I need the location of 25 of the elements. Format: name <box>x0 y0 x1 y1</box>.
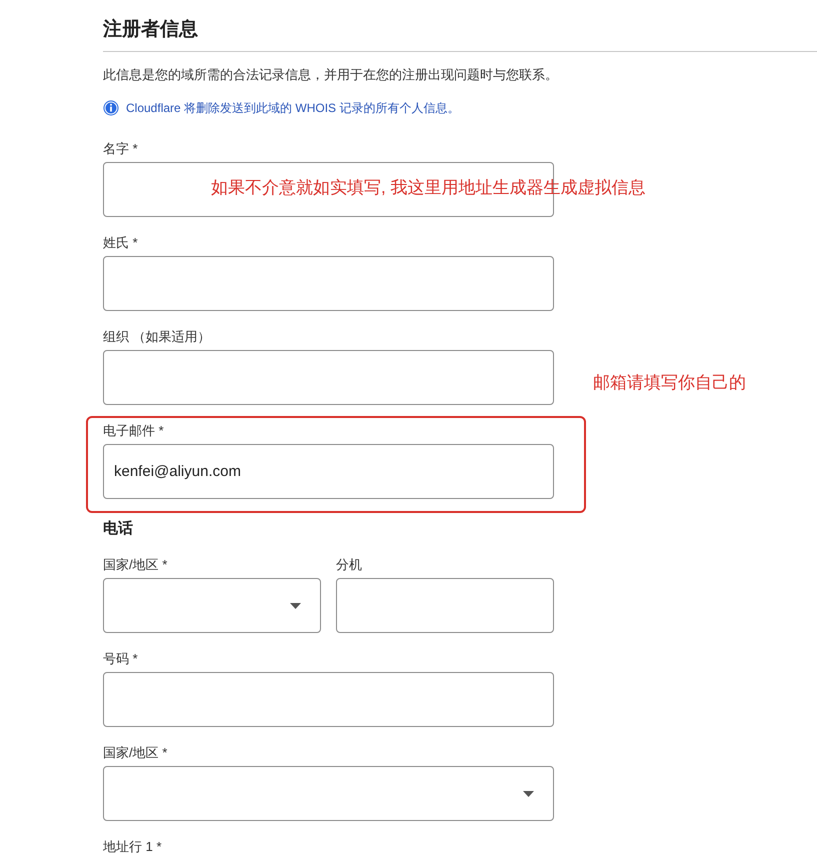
annotation-text: 如果不介意就如实填写, 我这里用地址生成器生成虚拟信息 <box>211 177 646 199</box>
info-icon <box>103 100 119 116</box>
caret-icon <box>523 790 534 796</box>
text-field[interactable] <box>336 578 554 633</box>
field-label: 姓氏 * <box>103 234 139 252</box>
field-label: 国家/地区 * <box>103 556 168 574</box>
field-label: 名字 * <box>103 140 139 158</box>
section-title: 注册者信息 <box>103 18 199 42</box>
text-field[interactable] <box>103 256 554 311</box>
field-label: 分机 <box>336 556 363 574</box>
caret-icon <box>290 602 301 608</box>
text-field[interactable] <box>103 672 554 727</box>
text-field[interactable]: kenfei@aliyun.com <box>103 444 554 499</box>
dropdown[interactable] <box>103 766 554 821</box>
section-subtitle: 电话 <box>103 519 134 539</box>
field-label: 组织 （如果适用） <box>103 328 212 346</box>
field-label: 号码 * <box>103 650 139 668</box>
description-text: 此信息是您的域所需的合法记录信息，并用于在您的注册出现问题时与您联系。 <box>103 66 559 84</box>
field-label: 地址行 1 * <box>103 838 163 856</box>
text-field[interactable] <box>103 350 554 405</box>
field-label: 电子邮件 * <box>103 422 165 440</box>
notice-text: Cloudflare 将删除发送到此域的 WHOIS 记录的所有个人信息。 <box>126 100 460 117</box>
dropdown[interactable] <box>103 578 321 633</box>
annotation-text: 邮箱请填写你自己的 <box>593 372 746 394</box>
field-label: 国家/地区 * <box>103 744 168 762</box>
